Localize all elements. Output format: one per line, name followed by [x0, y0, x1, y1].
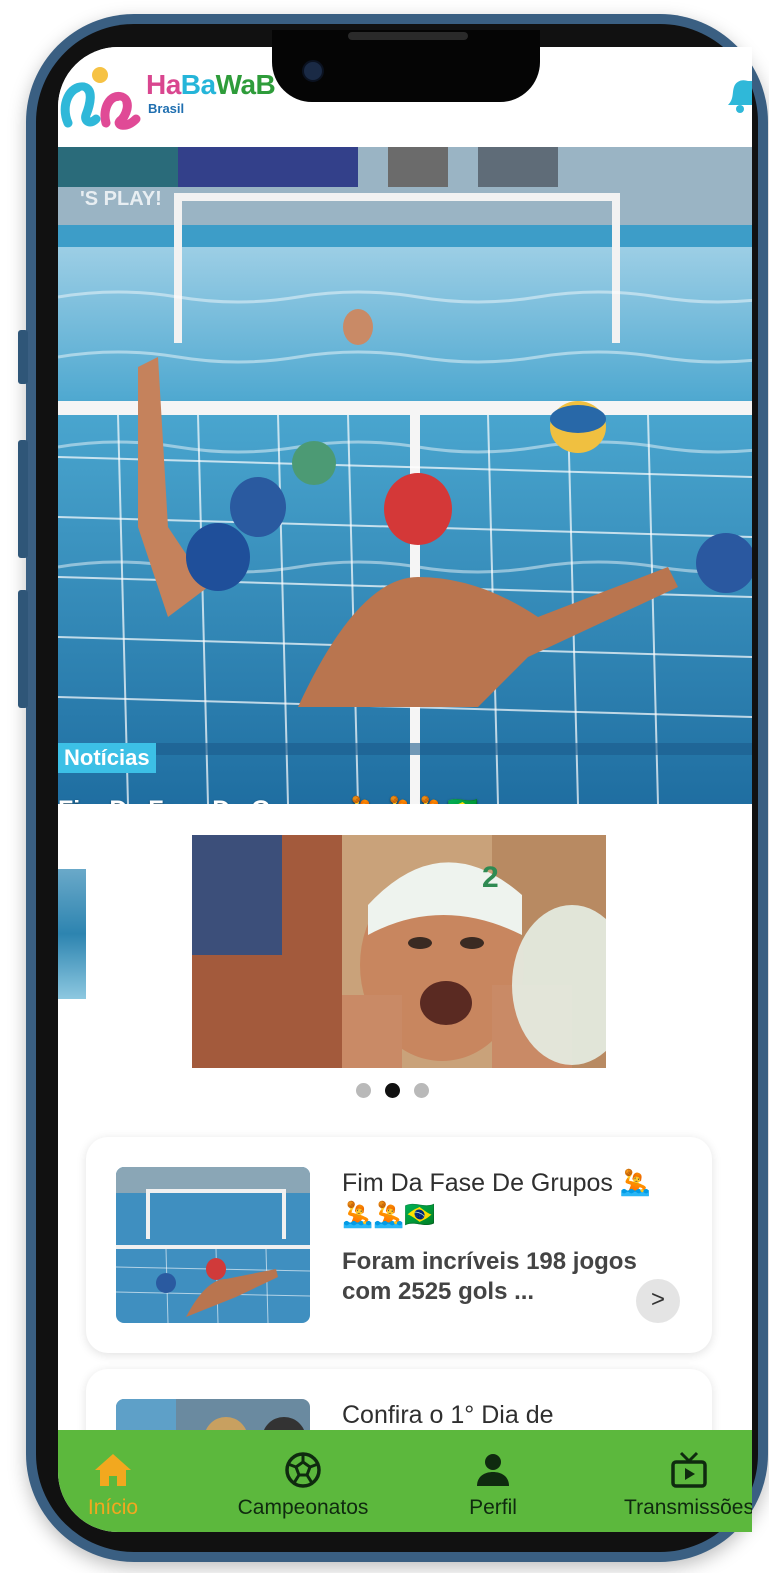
nav-label: Início — [87, 1496, 139, 1519]
logo-text-part2: Ba — [180, 69, 216, 100]
phone-speaker — [348, 32, 468, 40]
notification-bell-icon[interactable] — [724, 75, 752, 115]
news-card-title: Confira o 1° Dia de — [342, 1401, 554, 1429]
logo-subtitle: Brasil — [148, 101, 185, 116]
hero-category-badge: Notícias — [58, 743, 156, 773]
nav-label: Campeonatos — [237, 1496, 369, 1519]
nav-item-perfil[interactable]: Perfil — [448, 1430, 538, 1532]
person-icon — [477, 1454, 509, 1486]
carousel-pagination — [356, 1083, 429, 1098]
carousel-dot[interactable] — [356, 1083, 371, 1098]
hero-banner[interactable]: 'S PLAY! Notícias — [58, 147, 752, 804]
news-card-thumbnail — [116, 1167, 310, 1323]
nav-label: Perfil — [469, 1496, 517, 1519]
chevron-right-icon[interactable]: > — [636, 1279, 680, 1323]
side-button-volume-down — [18, 590, 28, 708]
news-card-title: Fim Da Fase De Grupos 🤽🤽🤽🇧🇷 — [342, 1169, 651, 1229]
side-button-mute — [18, 330, 28, 384]
nav-item-transmissoes[interactable]: Transmissões — [614, 1430, 752, 1532]
carousel-image: 2 — [192, 835, 606, 1068]
front-camera — [302, 60, 324, 82]
nav-item-inicio[interactable]: Início — [58, 1430, 168, 1532]
nav-label: Transmissões — [624, 1496, 752, 1519]
carousel-dot[interactable] — [414, 1083, 429, 1098]
logo-wordmark: HaBaWaB — [146, 69, 276, 101]
bottom-navigation: Início Campeonatos Perfil Transmissões — [58, 1430, 752, 1532]
nav-item-campeonatos[interactable]: Campeonatos — [218, 1430, 388, 1532]
news-card[interactable]: Fim Da Fase De Grupos 🤽🤽🤽🇧🇷 Foram incrív… — [86, 1137, 712, 1353]
logo-icon — [60, 67, 141, 130]
carousel-slide[interactable]: 2 — [192, 835, 606, 1068]
news-card-description: Foram incríveis 198 jogos com 2525 gols … — [342, 1248, 637, 1305]
side-button-volume-up — [18, 440, 28, 558]
logo-text-part3: WaB — [215, 69, 276, 100]
app-screen: HaBaWaB Brasil 'S PLAY! Notícias 2 Fim D… — [58, 47, 752, 1532]
carousel-prev-slide[interactable] — [58, 869, 86, 999]
svg-text:2: 2 — [482, 861, 499, 894]
ball-icon — [285, 1452, 321, 1488]
svg-text:'S PLAY!: 'S PLAY! — [80, 188, 162, 210]
tv-icon — [671, 1451, 707, 1488]
carousel-dot-active[interactable] — [385, 1083, 400, 1098]
hero-image: 'S PLAY! — [58, 147, 752, 804]
home-icon — [95, 1454, 131, 1486]
logo-text-part1: Ha — [146, 69, 181, 100]
hero-title[interactable]: Fim Da Fase De Grupos 🤽 🤽🤽🇧🇷 — [58, 793, 658, 804]
